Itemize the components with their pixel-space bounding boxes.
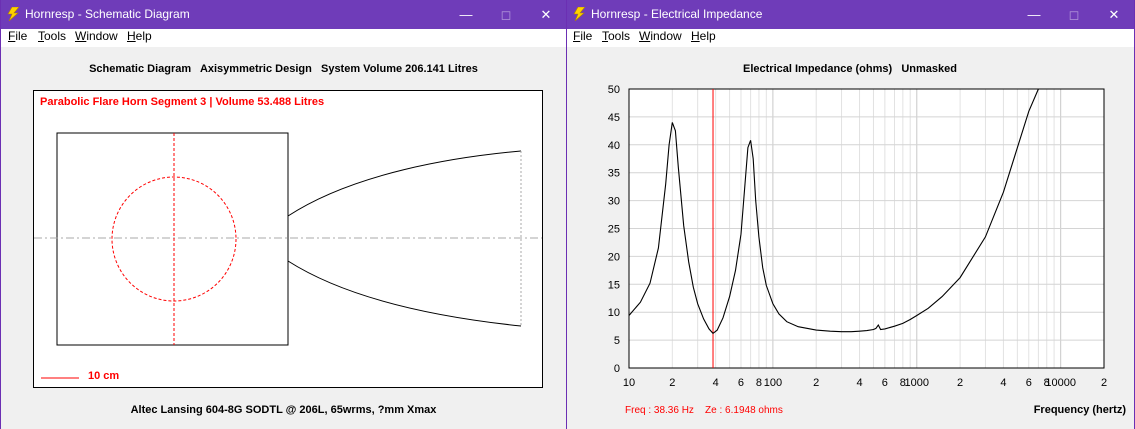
x-tick-label: 6 [1026,377,1032,389]
y-tick-label: 20 [608,251,620,263]
y-tick-label: 40 [608,140,620,152]
y-tick-label: 15 [608,279,620,291]
y-tick-label: 0 [614,363,620,375]
minimize-button[interactable]: — [1014,0,1054,29]
maximize-button[interactable]: ◻ [486,0,526,29]
menu-help[interactable]: Help [691,29,716,43]
schematic-footer: Altec Lansing 604-8G SODTL @ 206L, 65wrm… [130,404,437,416]
window-title: Hornresp - Electrical Impedance [591,7,763,21]
x-tick-label: 100 [764,377,782,389]
y-tick-label: 30 [608,196,620,208]
x-tick-label: 2 [1101,377,1107,389]
schematic-window: Hornresp - Schematic Diagram — ◻ ✕ File … [0,0,567,429]
menu-bar: File Tools Window Help [567,29,1134,47]
title-bar[interactable]: Hornresp - Electrical Impedance — ◻ ✕ [567,0,1134,29]
x-tick-label: 6 [738,377,744,389]
y-tick-label: 50 [608,84,620,96]
chart-heading: Electrical Impedance (ohms) Unmasked [743,63,957,75]
enclosure-box [56,132,289,346]
horn-lower-wall [287,260,522,327]
schematic-content: Schematic Diagram Axisymmetric Design Sy… [1,47,566,429]
x-axis-label: Frequency (hertz) [1033,404,1126,416]
menu-window[interactable]: Window [639,29,682,43]
horn-schematic [34,132,542,379]
impedance-chart: 0510152025303540455010 2 4 6 8 100 2 4 6 81000 2 4 6… [608,84,1107,389]
title-bar[interactable]: Hornresp - Schematic Diagram — ◻ ✕ [1,0,566,29]
close-button[interactable]: ✕ [526,0,566,29]
menu-file[interactable]: File [8,29,27,43]
scale-label: 10 cm [88,370,120,382]
y-tick-label: 45 [608,112,620,124]
y-tick-label: 35 [608,168,620,180]
impedance-content: Electrical Impedance (ohms) Unmasked 0 5 1… [567,47,1134,429]
x-tick-label: 10000 [1045,377,1076,389]
schematic-panel: Parabolic Flare Horn Segment 3 | Volume … [33,90,543,388]
x-tick-label: 2 [957,377,963,389]
x-tick-label: 10 [623,377,635,389]
x-tick-label: 4 [856,377,862,389]
x-tick-label: 8 [756,377,762,389]
minimize-button[interactable]: — [446,0,486,29]
y-tick-label: 25 [608,224,620,236]
menu-tools[interactable]: Tools [38,29,66,43]
x-tick-label: 4 [1000,377,1006,389]
x-tick-label: 2 [813,377,819,389]
y-tick-label: 10 [608,307,620,319]
close-button[interactable]: ✕ [1094,0,1134,29]
window-title: Hornresp - Schematic Diagram [25,7,190,21]
x-tick-label: 1000 [905,377,929,389]
hornresp-app-icon [7,7,20,21]
x-tick-label: 6 [882,377,888,389]
menu-bar: File Tools Window Help [1,29,566,47]
x-tick-label: 2 [669,377,675,389]
menu-help[interactable]: Help [127,29,152,43]
y-tick-label: 5 [614,335,620,347]
x-tick-label: 4 [713,377,719,389]
impedance-window: Hornresp - Electrical Impedance — ◻ ✕ Fi… [567,0,1135,429]
menu-tools[interactable]: Tools [602,29,630,43]
menu-window[interactable]: Window [75,29,118,43]
schematic-heading: Schematic Diagram Axisymmetric Design Sy… [89,63,478,75]
hornresp-app-icon [573,7,586,21]
maximize-button[interactable]: ◻ [1054,0,1094,29]
horn-upper-wall [287,150,522,217]
menu-file[interactable]: File [573,29,592,43]
cursor-readout: Freq : 38.36 Hz Ze : 6.1948 ohms [625,405,783,416]
